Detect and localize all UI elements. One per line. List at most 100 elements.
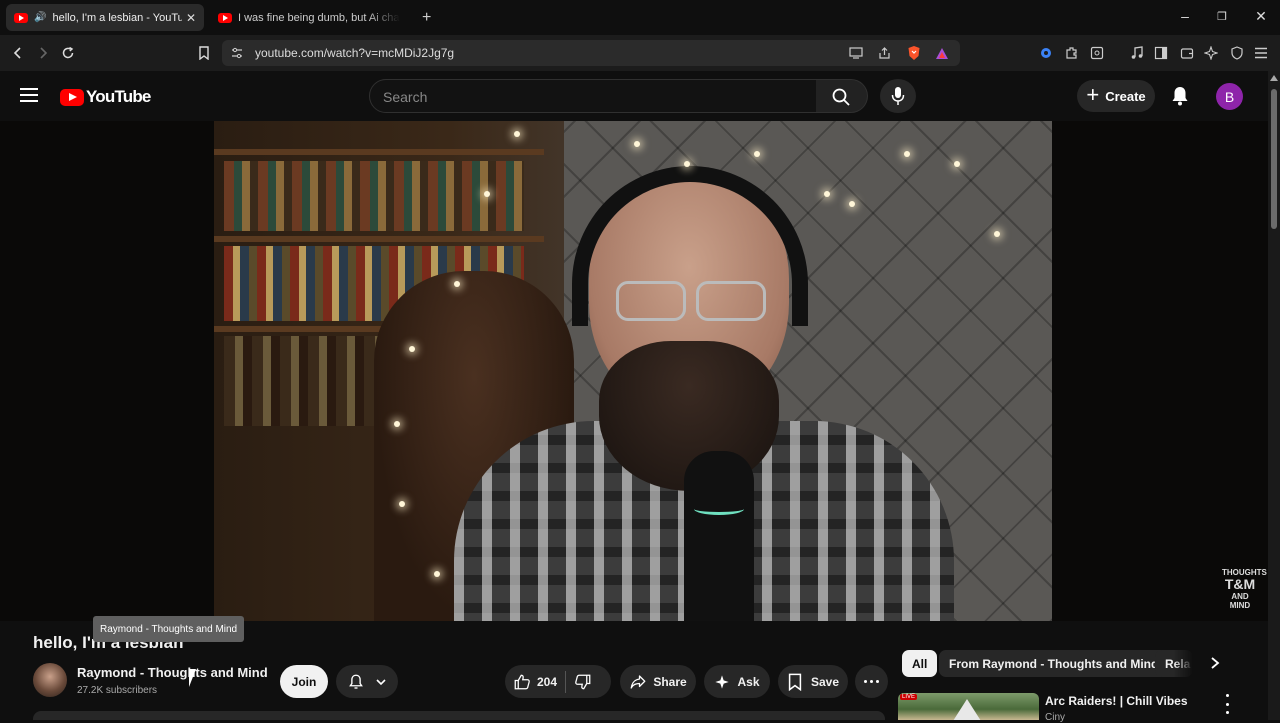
search-icon [832,88,850,106]
thumbs-up-icon [514,674,530,689]
new-tab-button[interactable]: + [414,4,440,31]
description-box[interactable] [33,711,885,720]
channel-name-tooltip: Raymond - Thoughts and Mind [93,616,245,642]
more-horizontal-icon [864,680,879,683]
chips-next-button[interactable] [1204,651,1226,675]
site-settings-icon[interactable] [227,43,247,63]
scroll-up-icon[interactable] [1270,75,1278,81]
string-light [514,131,520,137]
share-icon[interactable] [874,43,894,63]
minimize-icon[interactable]: – [1175,8,1195,24]
like-count[interactable]: 204 [537,675,557,689]
vpn-icon[interactable] [1227,43,1247,63]
string-light [754,151,760,157]
leo-ai-icon[interactable] [1201,43,1221,63]
string-light [484,191,490,197]
url-text: youtube.com/watch?v=mcMDiJ2Jg7g [255,46,455,60]
window-close-icon[interactable]: ✕ [1251,8,1271,25]
address-bar[interactable]: youtube.com/watch?v=mcMDiJ2Jg7g [222,40,960,66]
bookmark-save-icon [788,673,802,691]
chevron-right-icon [1211,657,1220,669]
microphone-light [694,503,744,515]
search-placeholder: Search [383,89,428,105]
back-icon[interactable] [8,43,28,63]
like-button[interactable] [513,673,531,691]
sparkle-icon [715,674,730,689]
page-scrollbar[interactable] [1268,71,1280,720]
watermark-text: AND MIND [1229,592,1251,610]
recommendation-menu-icon[interactable] [1222,694,1232,714]
string-light [954,161,960,167]
microphone-icon [891,87,905,105]
subscribed-notifications-button[interactable] [336,665,398,698]
browser-toolbar: youtube.com/watch?v=mcMDiJ2Jg7g [0,35,1280,71]
chip-related[interactable]: Rela [1155,650,1193,677]
extensions-icon[interactable] [1062,43,1082,63]
video-player[interactable]: THOUGHTS T&M AND MIND [0,121,1268,621]
search-input[interactable]: Search [369,79,817,113]
thumbnail-triangle-art [953,699,981,720]
notifications-bell-icon[interactable] [1168,84,1192,108]
music-icon[interactable] [1127,43,1147,63]
bookshelf [214,236,544,242]
youtube-favicon-icon [218,12,232,23]
channel-avatar[interactable] [33,663,67,697]
scrollbar-thumb[interactable] [1271,89,1277,229]
guide-menu-icon[interactable] [20,88,38,102]
recommendation-title[interactable]: Arc Raiders! | Chill Vibes [1045,694,1188,708]
brave-shield-icon[interactable] [904,43,924,63]
chip-from-channel[interactable]: From Raymond - Thoughts and Mind [939,650,1169,677]
string-light [634,141,640,147]
like-dislike-group: 204 [505,665,611,698]
channel-watermark[interactable]: THOUGHTS T&M AND MIND [1222,568,1267,610]
string-light [409,346,415,352]
reload-icon[interactable] [58,43,78,63]
rewards-icon[interactable] [932,43,952,63]
share-label: Share [653,674,687,689]
dislike-button[interactable] [574,673,592,691]
string-light [394,421,400,427]
browser-tab-active[interactable]: 🔊 hello, I'm a lesbian - YouTube ✕ [6,4,204,31]
youtube-logo[interactable]: YouTube [60,87,151,107]
chip-all[interactable]: All [902,650,938,677]
channel-name-link[interactable]: Raymond - Thoughts and Mind [77,665,268,680]
voice-search-button[interactable] [880,79,916,113]
join-button[interactable]: Join [280,665,328,698]
recommendation-thumbnail[interactable]: LIVE [898,693,1039,720]
live-badge: LIVE [900,694,918,700]
video-frame [214,121,1052,621]
share-arrow-icon [630,674,646,689]
ask-button[interactable]: Ask [704,665,770,698]
bell-icon [349,674,363,689]
more-actions-button[interactable] [855,665,888,698]
vpn-shield-icon[interactable] [1036,43,1056,63]
subscriber-count: 27.2K subscribers [77,685,158,696]
tab-title: hello, I'm a lesbian - YouTube [52,11,183,24]
save-label: Save [810,674,840,689]
tab-close-icon[interactable]: ✕ [186,11,196,25]
browser-menu-icon[interactable] [1251,43,1271,63]
thumbs-down-icon [575,674,591,689]
recommendation-channel[interactable]: Ciny [1045,712,1065,723]
sidebar-icon[interactable] [1151,43,1171,63]
string-light [849,201,855,207]
forward-icon[interactable] [33,43,53,63]
create-button[interactable]: + Create [1077,80,1155,112]
plus-icon: + [1086,82,1100,107]
youtube-favicon-icon [14,12,28,23]
search-button[interactable] [816,79,868,113]
cast-icon[interactable] [846,43,866,63]
divider [565,670,567,693]
save-button[interactable]: Save [778,665,848,698]
bookmark-icon[interactable] [194,43,214,63]
string-light [994,231,1000,237]
account-avatar[interactable]: B [1216,83,1243,110]
share-button[interactable]: Share [620,665,696,698]
browser-tab-inactive[interactable]: I was fine being dumb, but Ai change [210,4,408,31]
screenshot-icon[interactable] [1087,43,1107,63]
string-light [399,501,405,507]
wallet-icon[interactable] [1177,43,1197,63]
speaker-icon[interactable]: 🔊 [34,12,46,23]
restore-icon[interactable]: ❐ [1212,10,1232,23]
youtube-logo-text: YouTube [86,87,151,106]
